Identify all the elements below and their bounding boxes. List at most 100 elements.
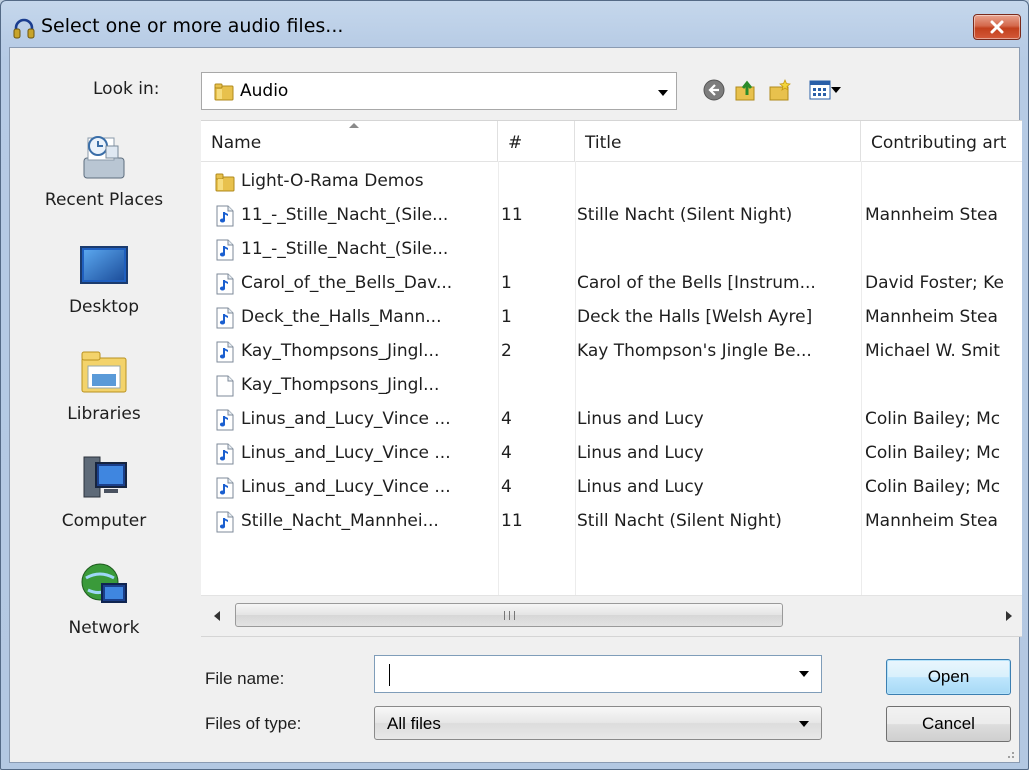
list-item[interactable]: Light-O-Rama Demos (201, 164, 1022, 198)
scrollbar-thumb[interactable] (235, 603, 783, 627)
file-name-text: Deck_the_Halls_Mann... (241, 307, 442, 327)
artist-cell: Colin Bailey; Mc (865, 409, 1001, 429)
list-item[interactable]: Deck_the_Halls_Mann... 1 Deck the Halls [W… (201, 300, 1022, 334)
audio-file-icon (215, 205, 235, 227)
view-menu-button[interactable] (800, 76, 841, 104)
audio-file-icon (215, 341, 235, 363)
grip-line (508, 610, 510, 620)
file-name-text: 11_-_Stille_Nacht_(Sile... (241, 205, 449, 225)
cancel-button[interactable]: Cancel (886, 706, 1011, 742)
place-label: Recent Places (44, 190, 164, 210)
column-header-title[interactable]: Title (575, 121, 861, 161)
track-number-cell: 2 (501, 341, 512, 361)
file-name-text: Light-O-Rama Demos (241, 171, 424, 191)
place-network[interactable]: Network (36, 560, 204, 658)
libraries-icon (81, 351, 127, 393)
close-button[interactable] (973, 14, 1021, 40)
title-cell (577, 368, 847, 402)
list-item[interactable]: 11_-_Stille_Nacht_(Sile... (201, 232, 1022, 266)
list-item[interactable]: Carol_of_the_Bells_Dav... 1 Carol of the B… (201, 266, 1022, 300)
track-number-cell: 4 (501, 443, 512, 463)
place-label: Desktop (68, 297, 140, 317)
file-name-cell: Kay_Thompsons_Jingl... (215, 368, 499, 402)
file-name-cell: Stille_Nacht_Mannhei... (215, 504, 499, 538)
track-number-cell: 11 (501, 205, 523, 225)
artist-cell: Colin Bailey; Mc (865, 443, 1001, 463)
title-cell: Carol of the Bells [Instrum... (577, 273, 816, 293)
chevron-down-icon (831, 87, 841, 93)
file-name-input[interactable] (378, 659, 790, 689)
file-name-text: Carol_of_the_Bells_Dav... (241, 273, 453, 293)
file-name-combobox[interactable] (374, 655, 822, 693)
title-cell (577, 232, 847, 266)
chevron-down-icon[interactable] (658, 90, 668, 96)
open-button[interactable]: Open (886, 659, 1011, 695)
place-computer[interactable]: Computer (36, 453, 204, 551)
up-folder-icon (735, 80, 755, 101)
new-folder-button[interactable] (766, 76, 794, 104)
headphones-icon (13, 18, 35, 39)
files-of-type-dropdown[interactable]: All files (374, 706, 822, 740)
title-cell (577, 164, 847, 198)
place-libraries[interactable]: Libraries (36, 346, 204, 444)
chevron-down-icon[interactable] (799, 671, 809, 677)
audio-file-icon (215, 273, 235, 295)
file-name-cell: Linus_and_Lucy_Vince ... (215, 402, 499, 436)
artist-cell: Mannheim Stea (865, 307, 998, 327)
text-cursor (389, 664, 390, 686)
folder-icon (215, 171, 235, 193)
list-item[interactable]: 11_-_Stille_Nacht_(Sile... 11 Stille Nacht… (201, 198, 1022, 232)
artist-cell: Mannheim Stea (865, 511, 998, 531)
files-of-type-value: All files (387, 714, 441, 733)
artist-cell: David Foster; Ke (865, 273, 1004, 293)
file-name-text: Stille_Nacht_Mannhei... (241, 511, 439, 531)
track-number-cell (501, 232, 561, 266)
artist-cell: Mannheim Stea (865, 205, 998, 225)
horizontal-scrollbar[interactable] (201, 595, 1022, 636)
list-item[interactable]: Linus_and_Lucy_Vince ... 4 Linus and Lucy C… (201, 436, 1022, 470)
track-number-cell: 4 (501, 409, 512, 429)
file-name-text: Linus_and_Lucy_Vince ... (241, 409, 451, 429)
title-bar[interactable]: Select one or more audio files... (1, 1, 1028, 47)
look-in-value: Audio (240, 81, 289, 101)
file-list[interactable]: Name # Title Contributing art Light-O-Ra… (201, 120, 1022, 637)
list-item[interactable]: Stille_Nacht_Mannhei... 11 Still Nacht (Si… (201, 504, 1022, 538)
network-icon (81, 563, 127, 603)
list-item[interactable]: Kay_Thompsons_Jingl... (201, 368, 1022, 402)
track-number-cell (501, 164, 561, 198)
scroll-right-button[interactable] (997, 604, 1021, 628)
look-in-dropdown[interactable]: Audio (201, 72, 677, 110)
scroll-left-button[interactable] (205, 604, 229, 628)
column-header-number[interactable]: # (498, 121, 575, 161)
title-cell: Stille Nacht (Silent Night) (577, 205, 793, 225)
recent-places-icon (83, 136, 125, 179)
up-folder-button[interactable] (732, 76, 760, 104)
dialog-body: Look in: Audio Recent Places Desktop Lib… (9, 47, 1022, 763)
artist-cell (865, 232, 1022, 266)
back-button[interactable] (700, 76, 728, 104)
file-name-label: File name: (205, 669, 285, 688)
file-name-text: 11_-_Stille_Nacht_(Sile... (241, 239, 449, 259)
new-folder-icon (769, 78, 791, 101)
artist-cell: Michael W. Smit (865, 341, 1000, 361)
title-cell: Kay Thompson's Jingle Be... (577, 341, 812, 361)
file-name-cell: Linus_and_Lucy_Vince ... (215, 470, 499, 504)
file-name-text: Kay_Thompsons_Jingl... (241, 341, 440, 361)
grip-line (503, 610, 505, 620)
grip-line (513, 610, 515, 620)
list-item[interactable]: Kay_Thompsons_Jingl... 2 Kay Thompson's Ji… (201, 334, 1022, 368)
title-cell: Linus and Lucy (577, 477, 704, 497)
column-header-artist[interactable]: Contributing art (861, 121, 1022, 161)
file-name-text: Linus_and_Lucy_Vince ... (241, 477, 451, 497)
resize-grip-icon[interactable] (1002, 748, 1016, 760)
file-name-text: Kay_Thompsons_Jingl... (241, 375, 440, 395)
view-grid-icon (809, 80, 831, 100)
place-recent-places[interactable]: Recent Places (36, 132, 204, 230)
look-in-label: Look in: (93, 79, 160, 99)
place-label: Libraries (67, 404, 141, 424)
track-number-cell: 4 (501, 477, 512, 497)
audio-file-icon (215, 307, 235, 329)
list-item[interactable]: Linus_and_Lucy_Vince ... 4 Linus and Lucy C… (201, 470, 1022, 504)
list-item[interactable]: Linus_and_Lucy_Vince ... 4 Linus and Lucy C… (201, 402, 1022, 436)
place-desktop[interactable]: Desktop (36, 239, 204, 337)
